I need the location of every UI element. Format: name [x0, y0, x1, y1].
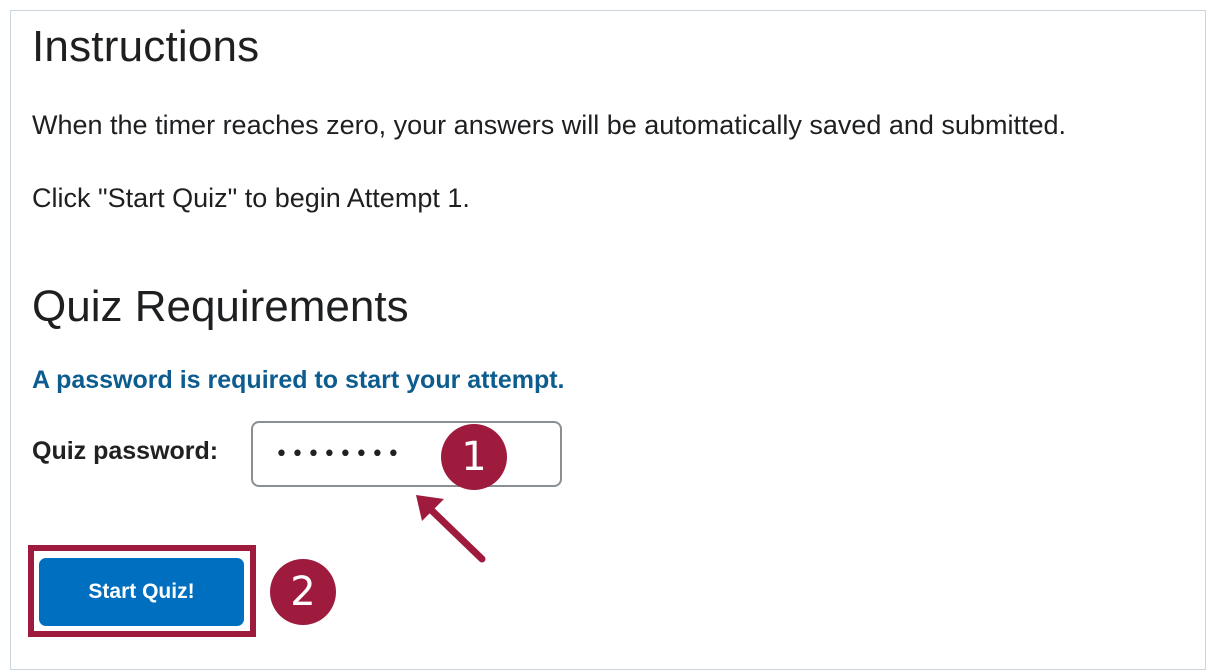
password-required-notice: A password is required to start your att…	[32, 366, 565, 394]
quiz-password-input[interactable]	[251, 421, 562, 487]
timer-instruction-text: When the timer reaches zero, your answer…	[32, 110, 1066, 140]
quiz-requirements-heading: Quiz Requirements	[32, 282, 409, 331]
step-1-badge: 1	[441, 424, 507, 490]
start-instruction-text: Click "Start Quiz" to begin Attempt 1.	[32, 183, 470, 213]
step-2-badge: 2	[270, 559, 336, 625]
start-quiz-button[interactable]: Start Quiz!	[39, 558, 244, 626]
quiz-password-label: Quiz password:	[32, 437, 219, 465]
instructions-heading: Instructions	[32, 22, 260, 71]
annotation-arrow-icon	[416, 495, 486, 563]
